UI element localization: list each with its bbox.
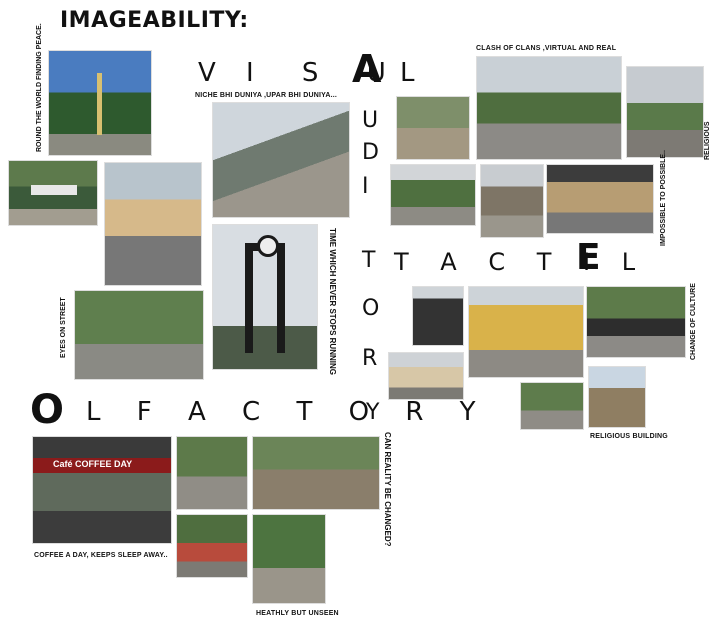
photo-under-flyover bbox=[546, 164, 654, 234]
tactile-letters: T A C T I L bbox=[394, 248, 648, 276]
auditory-t: T bbox=[362, 248, 376, 273]
photo-old-building bbox=[388, 352, 464, 400]
caption-eyes-street: EYES ON STREET bbox=[60, 297, 67, 358]
auditory-u: U bbox=[362, 108, 379, 133]
photo-temple-road bbox=[626, 66, 704, 158]
photo-tree-footpath bbox=[252, 514, 326, 604]
auditory-o: O bbox=[362, 296, 380, 321]
visual-l: L bbox=[400, 58, 415, 88]
photo-culture-shop bbox=[586, 286, 686, 358]
caption-clash-clans: CLASH OF CLANS ,VIRTUAL AND REAL bbox=[476, 45, 617, 52]
auditory-i: I bbox=[362, 174, 369, 199]
caption-time-never: TIME WHICH NEVER STOPS RUNNING bbox=[328, 228, 337, 375]
caption-religious-building: RELIGIOUS BUILDING bbox=[590, 433, 668, 440]
photo-clash-street bbox=[476, 56, 622, 160]
page-title: IMAGEABILITY: bbox=[60, 8, 249, 33]
photo-garbage bbox=[252, 436, 380, 510]
photo-food-cart bbox=[176, 514, 248, 578]
photo-vendor-street bbox=[176, 436, 248, 510]
photo-lane bbox=[480, 164, 544, 238]
visual-letters: I S U bbox=[246, 58, 406, 88]
photo-cafe-coffee-day: Café COFFEE DAY bbox=[32, 436, 172, 544]
photo-tower-park bbox=[48, 50, 152, 156]
photo-flyover-street bbox=[212, 102, 350, 218]
caption-can-reality: CAN REALITY BE CHANGED? bbox=[383, 432, 392, 547]
photo-tree-building bbox=[520, 382, 584, 430]
photo-glass-building bbox=[412, 286, 464, 346]
caption-religious: RELIGIOUS bbox=[704, 121, 711, 160]
caption-impossible: IMPOSSIBLE TO POSSIBLE.. bbox=[660, 150, 667, 246]
auditory-r: R bbox=[362, 346, 378, 371]
olfactory-letters: L F A C T O R Y bbox=[86, 397, 490, 427]
photo-green-road bbox=[390, 164, 476, 226]
photo-eyes-street bbox=[74, 290, 204, 380]
cafe-sign: Café COFFEE DAY bbox=[53, 459, 133, 469]
photo-yellow-building bbox=[468, 286, 584, 378]
caption-change-culture: CHANGE OF CULTURE bbox=[690, 283, 697, 360]
caption-round-world: ROUND THE WORLD FINDING PEACE. bbox=[36, 23, 43, 152]
photo-yellow-house bbox=[104, 162, 202, 286]
photo-market-gate bbox=[8, 160, 98, 226]
visual-a: A bbox=[352, 47, 382, 91]
photo-shop-street bbox=[396, 96, 470, 160]
photo-clock-tower bbox=[212, 224, 318, 370]
caption-coffee-day: COFFEE A DAY, KEEPS SLEEP AWAY.. bbox=[34, 552, 168, 559]
photo-church bbox=[588, 366, 646, 428]
visual-v: V bbox=[198, 58, 216, 88]
olfactory-o: O bbox=[30, 387, 65, 433]
caption-niche-bhi: NICHE BHI DUNIYA ,UPAR BHI DUNIYA... bbox=[195, 92, 338, 99]
auditory-d: D bbox=[362, 140, 379, 165]
caption-heathly: HEATHLY BUT UNSEEN bbox=[256, 610, 339, 617]
tactile-e: E bbox=[576, 237, 601, 278]
